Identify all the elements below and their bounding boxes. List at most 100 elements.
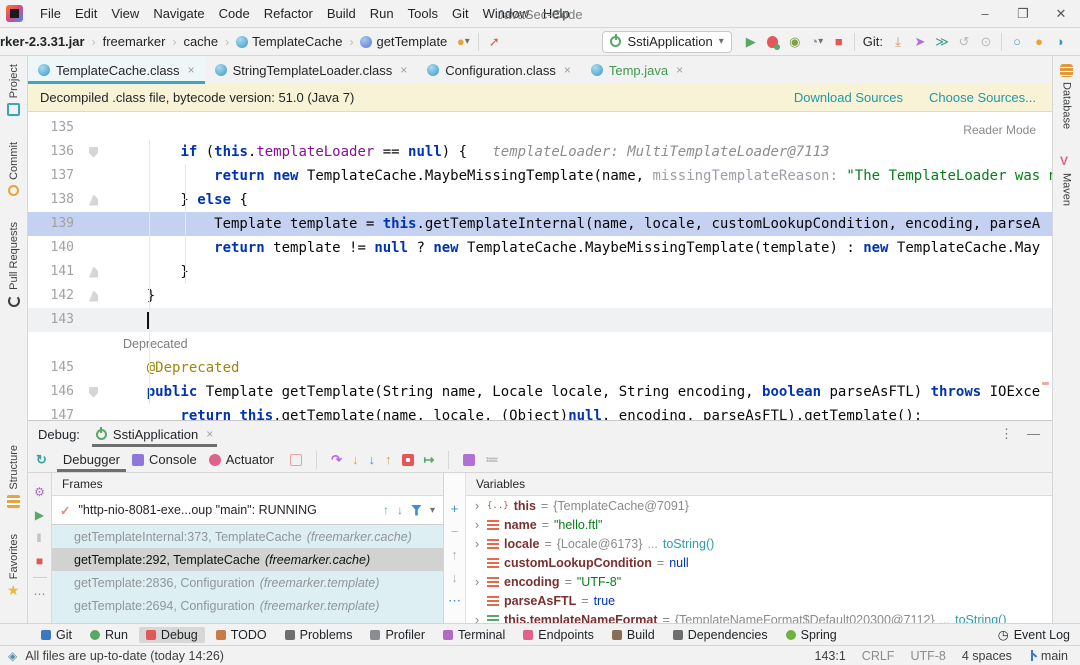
rerun-icon[interactable]: ↻	[36, 453, 47, 466]
editor-tab[interactable]: Configuration.class×	[417, 56, 581, 84]
code-line[interactable]: 138 } else {	[28, 188, 1052, 212]
code-line[interactable]: 147 return this.getTemplate(name, locale…	[28, 404, 1052, 420]
file-encoding[interactable]: UTF-8	[910, 649, 945, 663]
stop-button[interactable]: ■	[828, 31, 850, 53]
step-out-icon[interactable]: ↑	[385, 453, 392, 466]
menu-tools[interactable]: Tools	[401, 2, 445, 25]
menu-refactor[interactable]: Refactor	[257, 2, 320, 25]
tool-stripe-project[interactable]: Project	[7, 64, 20, 116]
toolwindow-todo[interactable]: TODO	[209, 627, 274, 643]
code-line[interactable]: 139 Template template = this.getTemplate…	[28, 212, 1052, 236]
debug-session-tab[interactable]: SstiApplication ×	[92, 421, 217, 447]
maximize-button[interactable]: ❐	[1004, 0, 1042, 27]
toolwindow-event-log[interactable]: ◷Event Log	[998, 627, 1070, 642]
code-line[interactable]: 142 }	[28, 284, 1052, 308]
step-over-icon[interactable]: ↷	[331, 453, 342, 466]
menu-file[interactable]: File	[33, 2, 68, 25]
caret-position[interactable]: 143:1	[815, 649, 846, 663]
code-line[interactable]: 146 public Template getTemplate(String n…	[28, 380, 1052, 404]
menu-view[interactable]: View	[104, 2, 146, 25]
editor-tab[interactable]: TemplateCache.class×	[28, 56, 205, 84]
code-line[interactable]: 136 if (this.templateLoader == null) { t…	[28, 140, 1052, 164]
updates-icon[interactable]: ●	[1028, 31, 1050, 53]
variable-row[interactable]: parseAsFTL = true	[466, 591, 1052, 610]
git-push-icon[interactable]: ➤	[909, 31, 931, 53]
indent-setting[interactable]: 4 spaces	[962, 649, 1012, 663]
variable-row[interactable]: ›{..}this = {TemplateCache@7091}	[466, 496, 1052, 515]
reader-mode-label[interactable]: Reader Mode	[963, 118, 1036, 142]
menu-edit[interactable]: Edit	[68, 2, 104, 25]
editor-tab[interactable]: StringTemplateLoader.class×	[205, 56, 418, 84]
plugin-icon[interactable]: ◗	[1050, 31, 1072, 53]
code-line[interactable]: 135	[28, 116, 1052, 140]
filter-icon[interactable]	[411, 505, 422, 516]
profiler-button[interactable]: ◔▾	[806, 31, 828, 53]
run-button[interactable]: ▶	[740, 31, 762, 53]
code-line[interactable]: 145 @Deprecated	[28, 356, 1052, 380]
fold-marker[interactable]	[89, 267, 98, 278]
search-icon[interactable]: ○	[1006, 31, 1028, 53]
more-options-icon[interactable]: ⋮	[1000, 426, 1013, 442]
menu-git[interactable]: Git	[445, 2, 476, 25]
git-update-icon[interactable]: ⤓	[887, 31, 909, 53]
coverage-button[interactable]: ◉	[784, 31, 806, 53]
variable-row[interactable]: ›locale = {Locale@6173} ... toString()	[466, 534, 1052, 553]
toolwindow-dependencies[interactable]: Dependencies	[666, 627, 775, 643]
breadcrumb-item[interactable]: rker-2.3.31.jar	[0, 32, 90, 51]
hide-panel-icon[interactable]: —	[1027, 426, 1040, 442]
code-line[interactable]: 141 }	[28, 260, 1052, 284]
editor-tab[interactable]: Temp.java×	[581, 56, 693, 84]
chevron-down-icon[interactable]: ▾	[430, 505, 435, 516]
variable-row[interactable]: ›encoding = "UTF-8"	[466, 572, 1052, 591]
variable-row[interactable]: ›name = "hello.ftl"	[466, 515, 1052, 534]
tool-stripe-commit[interactable]: Commit	[7, 142, 20, 196]
move-down-icon[interactable]: ↓	[451, 570, 458, 585]
more-icon[interactable]: ⋯	[34, 587, 46, 601]
frame-row[interactable]: getTemplateInternal:373, TemplateCache(f…	[52, 525, 443, 548]
menu-code[interactable]: Code	[212, 2, 257, 25]
close-icon[interactable]: ×	[206, 427, 213, 441]
code-line[interactable]: 140 return template != null ? new Templa…	[28, 236, 1052, 260]
layout-settings-icon[interactable]: ≔	[485, 453, 498, 466]
fold-marker[interactable]	[89, 195, 98, 206]
toolwindow-terminal[interactable]: Terminal	[436, 627, 512, 643]
close-icon[interactable]: ×	[676, 63, 683, 77]
more-icon[interactable]: ⋯	[448, 593, 461, 609]
debug-tab-console[interactable]: Console	[126, 447, 203, 472]
toolwindow-debug[interactable]: Debug	[139, 627, 205, 643]
history-icon[interactable]: ↺	[953, 31, 975, 53]
add-watch-icon[interactable]: +	[451, 501, 459, 516]
toolwindow-run[interactable]: Run	[83, 627, 135, 643]
code-editor[interactable]: Reader Mode 135136 if (this.templateLoad…	[28, 112, 1052, 420]
fold-marker[interactable]	[89, 387, 98, 398]
close-icon[interactable]: ×	[188, 63, 195, 77]
run-configuration-select[interactable]: SstiApplication ▾	[602, 31, 731, 53]
fold-marker[interactable]	[89, 147, 98, 158]
expander-icon[interactable]: ›	[472, 498, 482, 513]
toolwindow-git[interactable]: Git	[34, 627, 79, 643]
code-with-me-icon[interactable]: ●▾	[452, 31, 474, 53]
close-icon[interactable]: ×	[400, 63, 407, 77]
resume-icon[interactable]: ▶	[35, 508, 44, 522]
breadcrumb-item[interactable]: TemplateCache	[231, 32, 347, 51]
frame-row[interactable]: getTemplate:292, TemplateCache(freemarke…	[52, 548, 443, 571]
menu-build[interactable]: Build	[320, 2, 363, 25]
menu-run[interactable]: Run	[363, 2, 401, 25]
breadcrumb-item[interactable]: cache	[178, 32, 223, 51]
debug-tab-actuator[interactable]: Actuator	[203, 447, 280, 472]
tool-stripe-pull-requests[interactable]: Pull Requests	[7, 222, 20, 307]
remove-watch-icon[interactable]: −	[451, 524, 459, 539]
tool-stripe-maven[interactable]: VMaven	[1060, 155, 1073, 206]
rollback-icon[interactable]: ⊙	[975, 31, 997, 53]
choose-sources-link[interactable]: Choose Sources...	[929, 90, 1036, 105]
run-anything-icon[interactable]: ➚	[483, 31, 505, 53]
expander-icon[interactable]: ›	[472, 536, 482, 551]
pause-icon[interactable]: ‖	[37, 531, 43, 545]
minimize-button[interactable]: –	[966, 0, 1004, 27]
tostring-link[interactable]: toString()	[663, 537, 714, 551]
move-up-icon[interactable]: ↑	[451, 547, 458, 562]
stop-icon[interactable]: ■	[36, 554, 43, 568]
fold-marker[interactable]	[89, 291, 98, 302]
evaluate-expression-icon[interactable]	[463, 454, 475, 466]
expander-icon[interactable]: ›	[472, 517, 482, 532]
